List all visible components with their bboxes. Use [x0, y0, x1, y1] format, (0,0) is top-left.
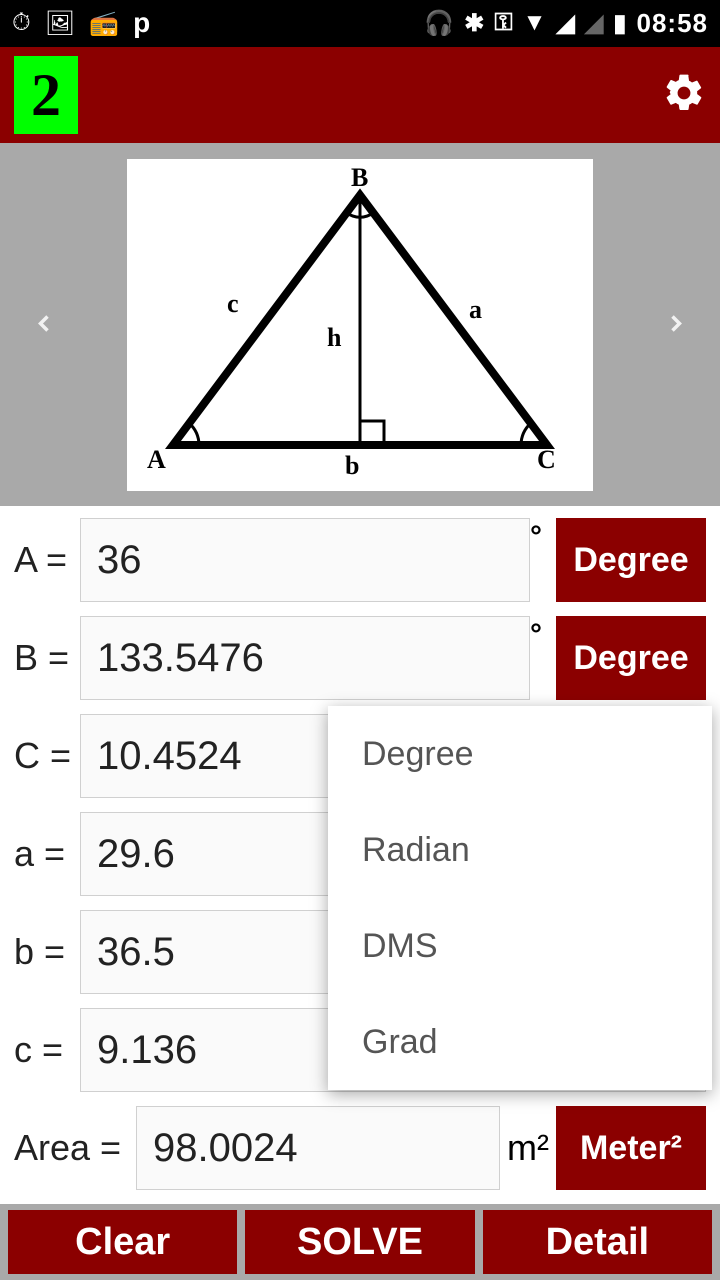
- vertex-B-label: B: [351, 163, 368, 193]
- label-A: A =: [14, 539, 80, 581]
- dropdown-item-grad[interactable]: Grad: [328, 994, 712, 1090]
- diagram-area: B A C c a b h: [0, 143, 720, 506]
- angle-unit-dropdown: Degree Radian DMS Grad: [328, 706, 712, 1090]
- label-b: b =: [14, 931, 80, 973]
- row-area: Area = m² Meter²: [14, 1102, 706, 1194]
- triangle-diagram: B A C c a b h: [127, 159, 593, 491]
- label-c: c =: [14, 1029, 80, 1071]
- bottom-bar: Clear SOLVE Detail: [0, 1204, 720, 1280]
- side-c-label: c: [227, 289, 239, 319]
- side-b-label: b: [345, 451, 359, 481]
- input-B[interactable]: [80, 616, 530, 700]
- input-area[interactable]: [136, 1106, 500, 1190]
- next-diagram-button[interactable]: [642, 282, 710, 367]
- symbol-area: m²: [500, 1127, 556, 1169]
- dropdown-item-radian[interactable]: Radian: [328, 802, 712, 898]
- symbol-A: °: [530, 520, 556, 554]
- clear-button[interactable]: Clear: [8, 1210, 237, 1274]
- image-icon: 🖼: [45, 9, 75, 38]
- signal-2-icon: ◢: [585, 9, 603, 38]
- gear-icon: [662, 71, 706, 115]
- mode-badge[interactable]: 2: [14, 56, 78, 134]
- radio-icon: 📻: [89, 9, 119, 38]
- app-toolbar: 2: [0, 47, 720, 144]
- height-h-label: h: [327, 323, 341, 353]
- vertex-C-label: C: [537, 445, 556, 475]
- bluetooth-icon: ✱: [464, 9, 484, 38]
- status-time: 08:58: [637, 8, 709, 39]
- row-A: A = ° Degree: [14, 514, 706, 606]
- label-a: a =: [14, 833, 80, 875]
- vertex-A-label: A: [147, 445, 166, 475]
- headphones-icon: 🎧: [424, 9, 454, 38]
- chevron-right-icon: [662, 309, 690, 337]
- battery-icon: ▮: [613, 9, 626, 38]
- status-bar: ⏱ 🖼 📻 p 🎧 ✱ ⚿ ▼ ◢ ◢ ▮ 08:58: [0, 0, 720, 47]
- stopwatch-icon: ⏱: [12, 9, 31, 37]
- unit-button-A[interactable]: Degree: [556, 518, 706, 602]
- chevron-left-icon: [30, 309, 58, 337]
- key-icon: ⚿: [494, 9, 512, 37]
- wifi-icon: ▼: [523, 9, 547, 37]
- dropdown-item-degree[interactable]: Degree: [328, 706, 712, 802]
- signal-icon: ◢: [556, 9, 574, 38]
- form-area: A = ° Degree B = ° Degree C = a = b = c …: [0, 506, 720, 1204]
- row-B: B = ° Degree: [14, 612, 706, 704]
- unit-button-area[interactable]: Meter²: [556, 1106, 706, 1190]
- detail-button[interactable]: Detail: [483, 1210, 712, 1274]
- unit-button-B[interactable]: Degree: [556, 616, 706, 700]
- side-a-label: a: [469, 295, 482, 325]
- prev-diagram-button[interactable]: [10, 282, 78, 367]
- p-icon: p: [133, 7, 150, 39]
- solve-button[interactable]: SOLVE: [245, 1210, 474, 1274]
- label-area: Area =: [14, 1127, 136, 1169]
- input-A[interactable]: [80, 518, 530, 602]
- dropdown-item-dms[interactable]: DMS: [328, 898, 712, 994]
- label-B: B =: [14, 637, 80, 679]
- settings-button[interactable]: [662, 71, 706, 120]
- symbol-B: °: [530, 618, 556, 652]
- label-C: C =: [14, 735, 80, 777]
